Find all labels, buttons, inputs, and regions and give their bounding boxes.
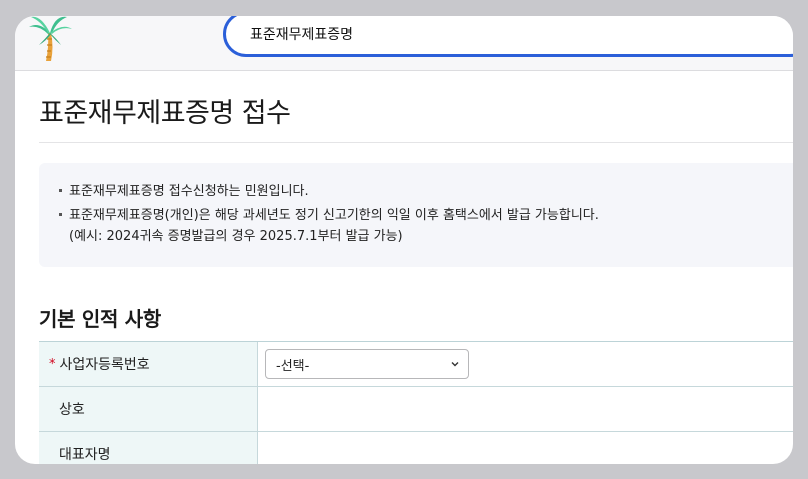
representative-name-value [258,432,793,464]
business-number-label: 사업자등록번호 [59,357,150,373]
browser-window: 표준재무제표증명 접수 표준재무제표증명 접수신청하는 민원입니다. 표준재무제… [15,16,793,464]
required-mark: * [49,356,56,372]
table-row: * 사업자등록번호 -선택- [39,342,793,387]
company-name-value [258,387,793,431]
search-box[interactable] [223,16,793,57]
row-label: 대표자명 [39,432,258,464]
page-title: 표준재무제표증명 접수 [39,98,291,129]
table-row: 대표자명 [39,432,793,464]
table-row: 상호 [39,387,793,432]
section-title: 기본 인적 사항 [39,307,161,331]
representative-name-label: 대표자명 [59,447,111,463]
notice-item: 표준재무제표증명(개인)은 해당 과세년도 정기 신고기한의 익일 이후 홈택스… [59,205,793,247]
palm-tree-logo-icon[interactable] [27,16,73,63]
search-input[interactable] [248,25,793,43]
row-value: -선택- [258,342,793,386]
title-divider [39,142,793,143]
top-bar [15,16,793,71]
row-label: * 사업자등록번호 [39,342,258,386]
notice-item: 표준재무제표증명 접수신청하는 민원입니다. [59,181,793,202]
business-number-select[interactable]: -선택- [265,349,469,379]
company-name-label: 상호 [59,402,85,418]
select-value: -선택- [276,358,310,374]
notice-example: (예시: 2024귀속 증명발급의 경우 2025.7.1부터 발급 가능) [69,229,403,244]
row-label: 상호 [39,387,258,431]
chevron-down-icon [451,362,459,367]
basic-info-table: * 사업자등록번호 -선택- 상호 대표자명 [39,341,793,464]
notice-box: 표준재무제표증명 접수신청하는 민원입니다. 표준재무제표증명(개인)은 해당 … [39,163,793,267]
main-content: 표준재무제표증명 접수 표준재무제표증명 접수신청하는 민원입니다. 표준재무제… [15,71,793,464]
